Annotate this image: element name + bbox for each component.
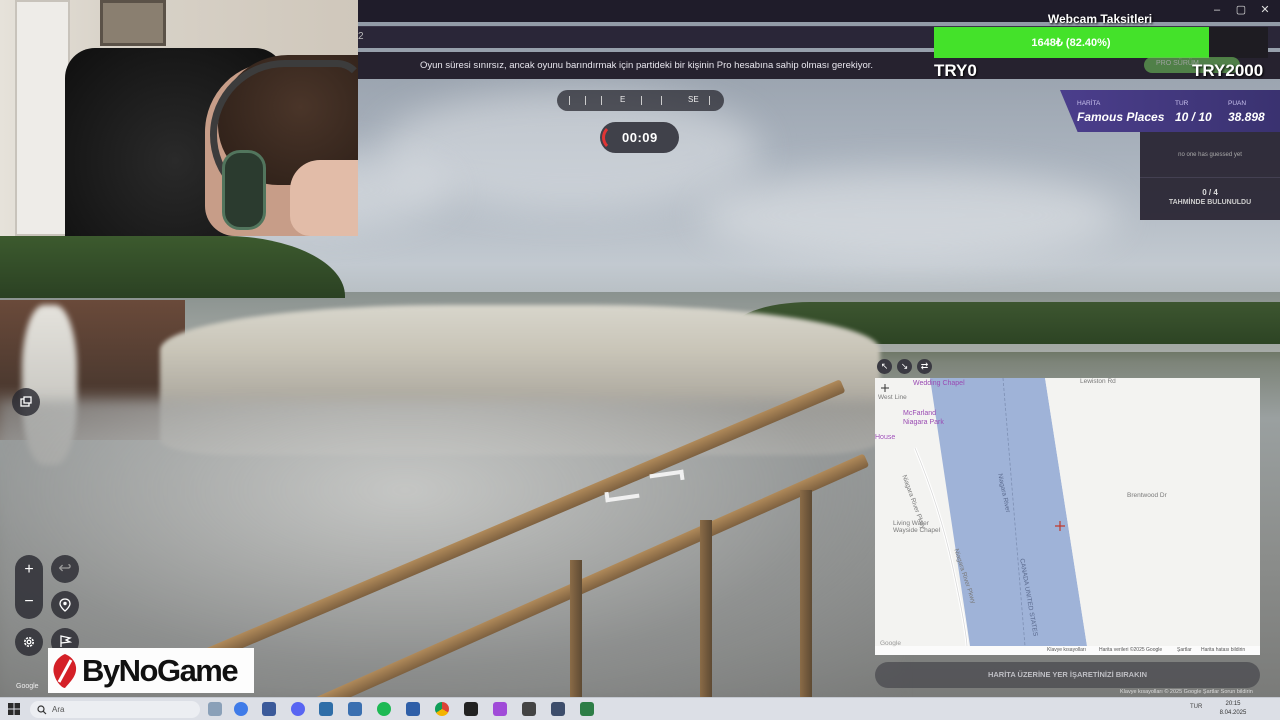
round-value: 10 / 10 <box>1175 110 1212 124</box>
windows-start-icon[interactable] <box>8 703 20 715</box>
taskbar-search-placeholder: Ara <box>52 705 65 714</box>
game-info-panel: HARİTA Famous Places TUR 10 / 10 PUAN 38… <box>1060 90 1280 132</box>
guessed-label: TAHMİNDE BULUNULDU <box>1168 199 1252 206</box>
divider <box>1140 177 1280 178</box>
no-guesses-text: no one has guessed yet <box>1178 152 1242 158</box>
minimap-footer: Klavye kısayolları Harita verileri ©2025… <box>875 646 1260 655</box>
task-view-icon[interactable] <box>208 702 222 716</box>
donation-progress-bar: 1648₺ (82.40%) <box>934 27 1268 58</box>
windows-taskbar: Ara TUR 20:15 8.04.2025 <box>0 697 1280 720</box>
guess-button-label: HARİTA ÜZERİNE YER İŞARETİNİZİ BIRAKIN <box>987 670 1148 679</box>
app-icon[interactable] <box>551 702 565 716</box>
webcam-overlay <box>0 0 358 236</box>
bynogame-logo: ByNoGame <box>48 648 254 693</box>
compass-tick <box>709 96 710 105</box>
timer-value: 00:09 <box>622 130 658 145</box>
settings-gear-icon[interactable] <box>15 628 43 656</box>
copilot-icon[interactable] <box>234 702 248 716</box>
layers-icon[interactable] <box>12 388 40 416</box>
clock-time: 20:15 <box>1225 701 1241 707</box>
minimize-button[interactable]: – <box>1210 3 1224 17</box>
railing-post <box>700 520 712 697</box>
treeline-left <box>0 236 345 298</box>
map-poi-park: Niagara Park <box>903 419 944 426</box>
maximize-button[interactable]: ▢ <box>1234 3 1248 17</box>
twitch-icon[interactable] <box>493 702 507 716</box>
zoom-in-button[interactable]: + <box>15 556 43 584</box>
app-icon[interactable] <box>262 702 276 716</box>
minimap-pin-button[interactable]: ⇄ <box>917 359 932 374</box>
app-icon[interactable] <box>522 702 536 716</box>
file-explorer-icon[interactable] <box>406 702 420 716</box>
map-label-chapel: Living Water Wayside Chapel <box>893 520 941 534</box>
compass-tick <box>585 96 586 105</box>
address-text: 2 <box>358 31 364 42</box>
map-label-lewiston: Lewiston Rd <box>1080 378 1116 385</box>
compass-label-se: SE <box>688 95 699 104</box>
app-icon[interactable] <box>580 702 594 716</box>
discord-icon[interactable] <box>291 702 305 716</box>
map-value: Famous Places <box>1077 110 1165 124</box>
cloud <box>700 170 1120 260</box>
railing-post <box>800 490 812 697</box>
bynogame-logo-text: ByNoGame <box>82 653 239 688</box>
map-footer-data: Harita verileri ©2025 Google <box>1099 647 1163 653</box>
webcam-picture-frame <box>100 0 166 46</box>
compass-tick <box>569 96 570 105</box>
compass-tick <box>641 96 642 105</box>
undo-icon[interactable]: ↩ <box>51 555 79 583</box>
compass-tick <box>601 96 602 105</box>
map-poi-mcfarland: McFarland <box>903 410 937 417</box>
guess-button[interactable]: HARİTA ÜZERİNE YER İŞARETİNİZİ BIRAKIN <box>875 662 1260 688</box>
language-indicator[interactable]: TUR <box>1190 704 1202 710</box>
app-icon[interactable] <box>464 702 478 716</box>
score-value: 38.898 <box>1228 110 1265 124</box>
map-footer-shortcuts[interactable]: Klavye kısayolları <box>1047 647 1086 653</box>
guesses-panel: no one has guessed yet 0 / 4 TAHMİNDE BU… <box>1140 132 1280 220</box>
webcam-door <box>15 0 70 236</box>
round-timer: 00:09 <box>600 122 679 153</box>
headphone-earcup <box>222 150 266 230</box>
round-key: TUR <box>1175 100 1189 107</box>
screen: – ▢ ✕ 2 Oyun süresi sınırsız, ancak oyun… <box>0 0 1280 720</box>
minimap-shrink-button[interactable]: ↖ <box>877 359 892 374</box>
app-icon[interactable] <box>319 702 333 716</box>
app-icon[interactable] <box>348 702 362 716</box>
donation-max-label: TRY2000 <box>1192 61 1264 80</box>
compass-tick <box>661 96 662 105</box>
taskbar-search-input[interactable]: Ara <box>30 701 200 718</box>
pro-notice-text: Oyun süresi sınırsız, ancak oyunu barınd… <box>420 60 874 71</box>
taskbar-clock[interactable]: 20:15 8.04.2025 <box>1208 700 1258 718</box>
clock-date: 8.04.2025 <box>1219 710 1247 716</box>
zoom-control: + − <box>15 555 43 619</box>
chrome-icon[interactable] <box>435 702 449 716</box>
google-watermark: Google <box>16 683 39 690</box>
donation-progress-text: 1648₺ (82.40%) <box>1031 37 1111 49</box>
streetview-footer: Klavye kısayolları © 2025 Google Şartlar… <box>1120 689 1253 695</box>
map-footer-terms[interactable]: Şartlar <box>1177 647 1192 653</box>
close-button[interactable]: ✕ <box>1258 3 1272 17</box>
guessed-count: 0 / 4 <box>1202 188 1218 197</box>
compass: E SE <box>557 90 724 111</box>
donation-min-label: TRY0 <box>934 61 977 80</box>
map-poi-house: House <box>875 434 896 441</box>
search-icon <box>37 705 47 715</box>
spotify-icon[interactable] <box>377 702 391 716</box>
location-pin-icon[interactable] <box>51 591 79 619</box>
score-key: PUAN <box>1228 100 1247 107</box>
map-poi-wedding: Wedding Chapel <box>913 380 965 387</box>
map-footer-report[interactable]: Harita hatası bildirin <box>1201 647 1245 653</box>
bynogame-logo-mark <box>53 654 77 688</box>
minimap-expand-button[interactable]: ↘ <box>897 359 912 374</box>
railing-post <box>570 560 582 697</box>
compass-label-e: E <box>620 95 626 104</box>
guess-minimap[interactable]: Wedding Chapel West Line McFarland Niaga… <box>875 378 1260 655</box>
donation-title: Webcam Taksitleri <box>1047 12 1153 26</box>
map-label-brentwood: Brentwood Dr <box>1127 492 1167 499</box>
map-key: HARİTA <box>1077 100 1101 107</box>
zoom-out-button[interactable]: − <box>15 588 43 616</box>
map-label-west-line: West Line <box>878 394 907 401</box>
